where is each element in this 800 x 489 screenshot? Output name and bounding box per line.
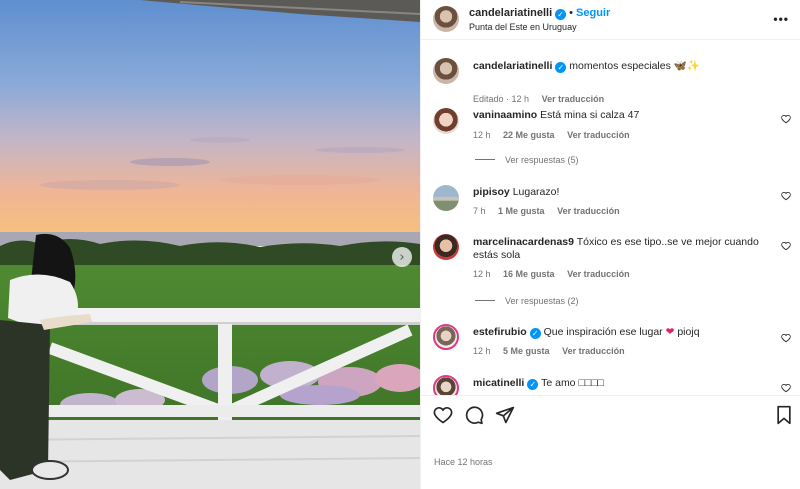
next-photo-button[interactable]: › (392, 247, 412, 267)
comment-username[interactable]: vaninaamino (473, 109, 537, 121)
post-actions-bar: Hace 12 horas (421, 395, 800, 489)
comment-text: vaninaamino Está mina si calza 47 (473, 109, 773, 122)
comment-body: Lugarazo! (512, 186, 560, 198)
comment-time: 7 h (473, 206, 486, 216)
translate-link[interactable]: Ver traducción (542, 94, 605, 104)
post-side-panel: candelariatinelli ✓ • Seguir Punta del Este… (420, 0, 800, 489)
caption-meta: Editado · 12 h Ver traducción (473, 94, 614, 104)
comment-likes[interactable]: 1 Me gusta (498, 206, 545, 216)
comment-body: Te amo □□□□ (541, 377, 604, 389)
comment-username[interactable]: estefirubio (473, 326, 527, 338)
view-replies-button[interactable]: Ver respuestas (2) (475, 296, 579, 306)
translate-link[interactable]: Ver traducción (562, 346, 625, 356)
translate-link[interactable]: Ver traducción (567, 130, 630, 140)
replies-line (475, 159, 495, 160)
comment-icon[interactable] (464, 405, 484, 425)
caption-text: candelariatinelli ✓ momentos especiales 🦋… (473, 60, 773, 73)
comment-username[interactable]: pipisoy (473, 186, 510, 198)
comment-time: 12 h (473, 130, 491, 140)
commenter-avatar[interactable] (433, 234, 459, 260)
photo-image (0, 0, 420, 489)
verified-badge-icon: ✓ (555, 9, 567, 20)
verified-badge-icon: ✓ (555, 62, 567, 73)
verified-badge-icon: ✓ (527, 379, 539, 390)
red-heart-emoji: ❤ (665, 326, 675, 338)
comment-body-after: piojq (677, 326, 700, 338)
comment-time: 12 h (473, 269, 491, 279)
header-line: candelariatinelli ✓ • Seguir (469, 7, 610, 20)
heart-icon[interactable] (781, 241, 791, 251)
comment-text: pipisoy Lugarazo! (473, 186, 773, 199)
separator-dot: • (569, 7, 574, 19)
caption-username[interactable]: candelariatinelli (473, 60, 552, 72)
view-replies-label: Ver respuestas (5) (505, 155, 579, 165)
commenter-avatar[interactable] (433, 375, 459, 395)
author-username[interactable]: candelariatinelli (469, 7, 552, 19)
view-replies-button[interactable]: Ver respuestas (5) (475, 155, 579, 165)
heart-icon[interactable] (781, 333, 791, 343)
author-avatar[interactable] (433, 58, 459, 84)
send-icon[interactable] (495, 405, 515, 425)
author-avatar[interactable] (433, 6, 459, 32)
comment-text: micatinelli ✓ Te amo □□□□ (473, 377, 773, 390)
translate-link[interactable]: Ver traducción (557, 206, 620, 216)
heart-icon[interactable] (781, 383, 791, 393)
comment-text: marcelinacardenas9 Tóxico es ese tipo..s… (473, 236, 773, 262)
edited-label: Editado · 12 h (473, 94, 530, 104)
comment-likes[interactable]: 22 Me gusta (503, 130, 555, 140)
post-photo: › (0, 0, 420, 489)
follow-button[interactable]: Seguir (576, 7, 610, 19)
location-link[interactable]: Punta del Este en Uruguay (469, 22, 577, 32)
heart-icon[interactable] (781, 114, 791, 124)
commenter-avatar[interactable] (433, 324, 459, 350)
heart-icon[interactable] (433, 405, 453, 425)
comment-username[interactable]: micatinelli (473, 377, 524, 389)
bookmark-icon[interactable] (774, 405, 794, 425)
comment-time: 12 h (473, 346, 491, 356)
translate-link[interactable]: Ver traducción (567, 269, 630, 279)
post-header: candelariatinelli ✓ • Seguir Punta del Este… (421, 0, 800, 40)
comment-body: Que inspiración ese lugar (543, 326, 663, 338)
comment-meta: 12 h 22 Me gusta Ver traducción (473, 130, 640, 140)
comment-username[interactable]: marcelinacardenas9 (473, 236, 574, 248)
post-timestamp: Hace 12 horas (434, 457, 493, 467)
comment-likes[interactable]: 5 Me gusta (503, 346, 550, 356)
caption-emoji: 🦋✨ (673, 60, 700, 72)
view-replies-label: Ver respuestas (2) (505, 296, 579, 306)
comment-meta: 12 h 16 Me gusta Ver traducción (473, 269, 640, 279)
heart-icon[interactable] (781, 191, 791, 201)
comment-meta: 7 h 1 Me gusta Ver traducción (473, 206, 630, 216)
commenter-avatar[interactable] (433, 108, 459, 134)
replies-line (475, 300, 495, 301)
comment-text: estefirubio ✓ Que inspiración ese lugar ❤… (473, 326, 773, 339)
verified-badge-icon: ✓ (529, 328, 541, 339)
comment-body: Está mina si calza 47 (540, 109, 640, 121)
comment-likes[interactable]: 16 Me gusta (503, 269, 555, 279)
commenter-avatar[interactable] (433, 185, 459, 211)
more-options-icon[interactable]: ••• (773, 12, 789, 26)
comment-meta: 12 h 5 Me gusta Ver traducción (473, 346, 635, 356)
caption-body: momentos especiales (569, 60, 671, 72)
comments-list: candelariatinelli ✓ momentos especiales 🦋… (421, 42, 800, 395)
